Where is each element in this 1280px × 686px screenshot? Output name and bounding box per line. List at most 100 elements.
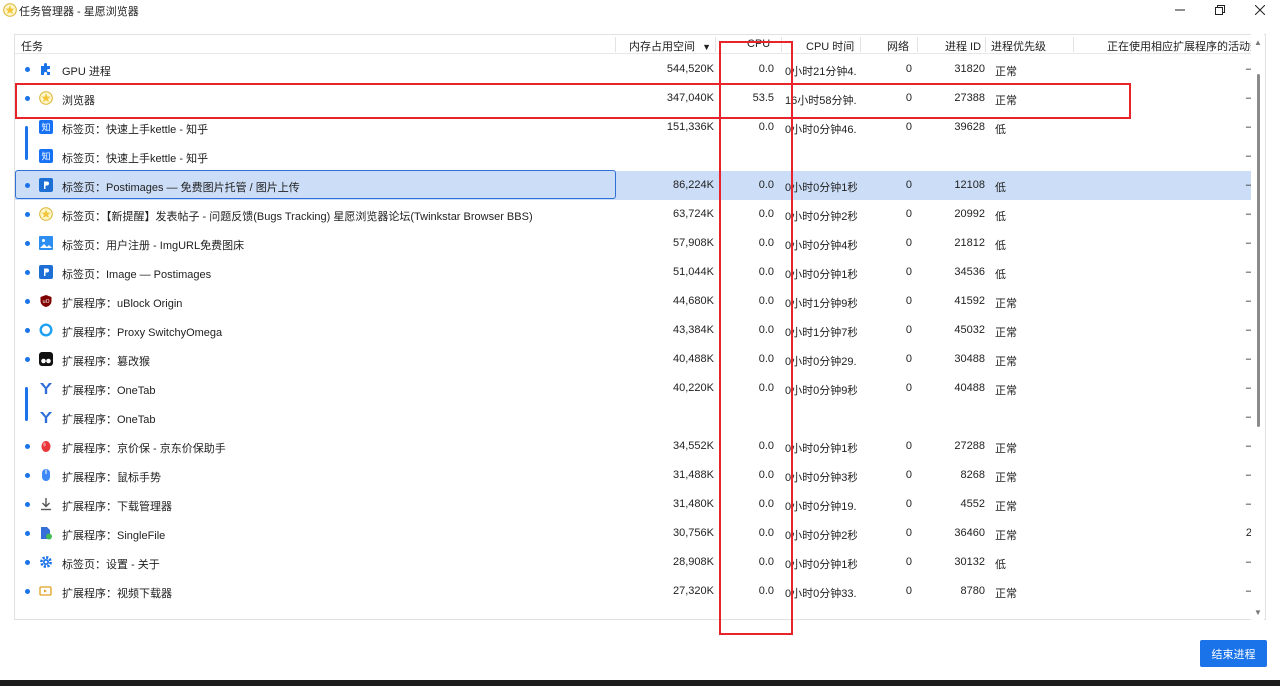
column-header-cpu-time[interactable]: CPU 时间: [806, 38, 854, 54]
network-value: 0: [905, 208, 912, 220]
table-row[interactable]: 标签页：Image — Postimages 51,044K 0.0 0小时0分钟1秒…: [15, 258, 1252, 287]
onetab-icon: [39, 410, 53, 424]
priority-value: 正常: [995, 501, 1017, 513]
column-header-extension-activity[interactable]: 正在使用相应扩展程序的活动数: [1107, 38, 1261, 54]
table-row[interactable]: 扩展程序：Proxy SwitchyOmega 43,384K 0.0 0小时1分钟7…: [15, 316, 1252, 345]
task-name: 扩展程序：OneTab: [62, 385, 156, 397]
scrollbar-thumb[interactable]: [1257, 74, 1260, 427]
priority-value: 低: [995, 182, 1006, 194]
task-name: 扩展程序：鼠标手势: [62, 472, 161, 484]
column-header-priority[interactable]: 进程优先级: [991, 38, 1046, 54]
table-row[interactable]: 标签页：【新提醒】发表帖子 - 问题反馈(Bugs Tracking) 星愿浏览…: [15, 200, 1252, 229]
cpu-time-value: 0小时0分钟9秒: [785, 385, 857, 397]
column-header-memory[interactable]: 内存占用空间 ▼: [629, 38, 711, 54]
row-bullet: [25, 531, 30, 536]
table-row[interactable]: 标签页：Postimages — 免费图片托管 / 图片上传 86,224K 0.0…: [15, 171, 1252, 200]
cpu-value: 0.0: [758, 469, 774, 481]
pid-value: 4552: [960, 498, 985, 510]
title-bar: 任务管理器 - 星愿浏览器: [0, 0, 1280, 20]
svg-text:知: 知: [41, 151, 50, 163]
table-row[interactable]: 扩展程序：视频下载器 27,320K 0.0 0小时0分钟33... 0 8780 正常 –: [15, 577, 1252, 606]
close-button[interactable]: [1240, 0, 1280, 20]
memory-value: 27,320K: [673, 585, 714, 597]
table-row[interactable]: uO 扩展程序：uBlock Origin 44,680K 0.0 0小时1分钟9秒 0 4…: [15, 287, 1252, 316]
minimize-button[interactable]: [1160, 0, 1200, 20]
restore-button[interactable]: [1200, 0, 1240, 20]
table-row[interactable]: GPU 进程 544,520K 0.0 0小时21分钟4... 0 31820 正常 –: [15, 55, 1252, 84]
scroll-up-icon[interactable]: ▲: [1254, 38, 1262, 47]
priority-value: 低: [995, 124, 1006, 136]
memory-value: 86,224K: [673, 179, 714, 191]
memory-value: 544,520K: [666, 63, 714, 75]
tab-group-indicator: [25, 387, 28, 421]
table-row[interactable]: 知标签页：快速上手kettle - 知乎 –: [15, 142, 1252, 171]
task-name: 标签页：设置 - 关于: [62, 559, 160, 571]
cpu-time-value: 0小时0分钟1秒: [785, 182, 857, 194]
cpu-value: 0.0: [758, 498, 774, 510]
network-value: 0: [905, 179, 912, 191]
singlefile-icon: [39, 526, 53, 540]
column-header-network[interactable]: 网络: [887, 38, 909, 54]
table-row[interactable]: 扩展程序：OneTab 40,220K 0.0 0小时0分钟9秒 0 40488 正常 –: [15, 374, 1252, 403]
jd-price-icon: [39, 439, 53, 453]
row-bullet: [25, 502, 30, 507]
cpu-value: 0.0: [758, 382, 774, 394]
table-row[interactable]: 扩展程序：OneTab –: [15, 403, 1252, 432]
ublock-icon: uO: [39, 294, 53, 308]
column-header-task[interactable]: 任务: [21, 38, 43, 54]
cpu-time-value: 0小时1分钟9秒: [785, 298, 857, 310]
memory-value: 28,908K: [673, 556, 714, 568]
priority-value: 正常: [995, 443, 1017, 455]
cpu-time-value: 0小时0分钟2秒: [785, 211, 857, 223]
task-name: 标签页：Postimages — 免费图片托管 / 图片上传: [62, 182, 300, 194]
cpu-value: 0.0: [758, 295, 774, 307]
twinkstar-logo-icon: [3, 3, 17, 17]
network-value: 0: [905, 556, 912, 568]
priority-value: 低: [995, 269, 1006, 281]
row-bullet: [25, 299, 30, 304]
priority-value: 正常: [995, 95, 1017, 107]
task-name: 浏览器: [62, 95, 95, 107]
row-bullet: [25, 357, 30, 362]
cpu-time-value: 0小时0分钟33...: [785, 588, 857, 600]
row-bullet: [25, 560, 30, 565]
vertical-scrollbar[interactable]: ▲ ▼: [1251, 34, 1264, 620]
table-row[interactable]: 扩展程序：下载管理器 31,480K 0.0 0小时0分钟19... 0 4552 正常 –: [15, 490, 1252, 519]
memory-value: 31,488K: [673, 469, 714, 481]
pid-value: 27288: [954, 440, 985, 452]
cpu-value: 0.0: [758, 208, 774, 220]
memory-value: 34,552K: [673, 440, 714, 452]
table-row[interactable]: 扩展程序：京价保 - 京东价保助手 34,552K 0.0 0小时0分钟1秒 0 2728…: [15, 432, 1252, 461]
end-process-button[interactable]: 结束进程: [1200, 640, 1267, 667]
tab-group-indicator: [25, 126, 28, 160]
column-header-cpu[interactable]: CPU: [747, 38, 770, 50]
task-name: 扩展程序：uBlock Origin: [62, 298, 183, 310]
cpu-value: 0.0: [758, 440, 774, 452]
cpu-value: 0.0: [758, 266, 774, 278]
priority-value: 正常: [995, 385, 1017, 397]
table-header: 任务 内存占用空间 ▼ CPU CPU 时间 网络 进程 ID 进程优先级 正在…: [15, 35, 1261, 54]
priority-value: 正常: [995, 530, 1017, 542]
scroll-down-icon[interactable]: ▼: [1254, 608, 1262, 617]
column-header-pid[interactable]: 进程 ID: [945, 38, 981, 54]
window-title: 任务管理器 - 星愿浏览器: [19, 6, 139, 18]
cpu-time-value: 0小时0分钟4秒: [785, 240, 857, 252]
cpu-time-value: 0小时0分钟2秒: [785, 530, 857, 542]
pid-value: 36460: [954, 527, 985, 539]
table-row[interactable]: 标签页：设置 - 关于 28,908K 0.0 0小时0分钟1秒 0 30132 低 –: [15, 548, 1252, 577]
table-row[interactable]: 标签页：用户注册 - ImgURL免费图床 57,908K 0.0 0小时0分钟4秒 0…: [15, 229, 1252, 258]
table-row[interactable]: 浏览器 347,040K 53.5 16小时58分钟... 0 27388 正常 –: [15, 84, 1252, 113]
row-bullet: [25, 473, 30, 478]
network-value: 0: [905, 440, 912, 452]
cpu-time-value: 0小时1分钟7秒: [785, 327, 857, 339]
memory-value: 63,724K: [673, 208, 714, 220]
row-bullet: [25, 270, 30, 275]
table-row[interactable]: 扩展程序：鼠标手势 31,488K 0.0 0小时0分钟3秒 0 8268 正常 –: [15, 461, 1252, 490]
table-row[interactable]: 扩展程序：SingleFile 30,756K 0.0 0小时0分钟2秒 0 36460 正…: [15, 519, 1252, 548]
task-name: 扩展程序：SingleFile: [62, 530, 166, 542]
cpu-value: 0.0: [758, 324, 774, 336]
table-row[interactable]: 扩展程序：篡改猴 40,488K 0.0 0小时0分钟29... 0 30488 正常 –: [15, 345, 1252, 374]
table-row[interactable]: 知标签页：快速上手kettle - 知乎 151,336K 0.0 0小时0分钟46.…: [15, 113, 1252, 142]
priority-value: 低: [995, 240, 1006, 252]
task-name: 标签页：Image — Postimages: [62, 269, 212, 281]
